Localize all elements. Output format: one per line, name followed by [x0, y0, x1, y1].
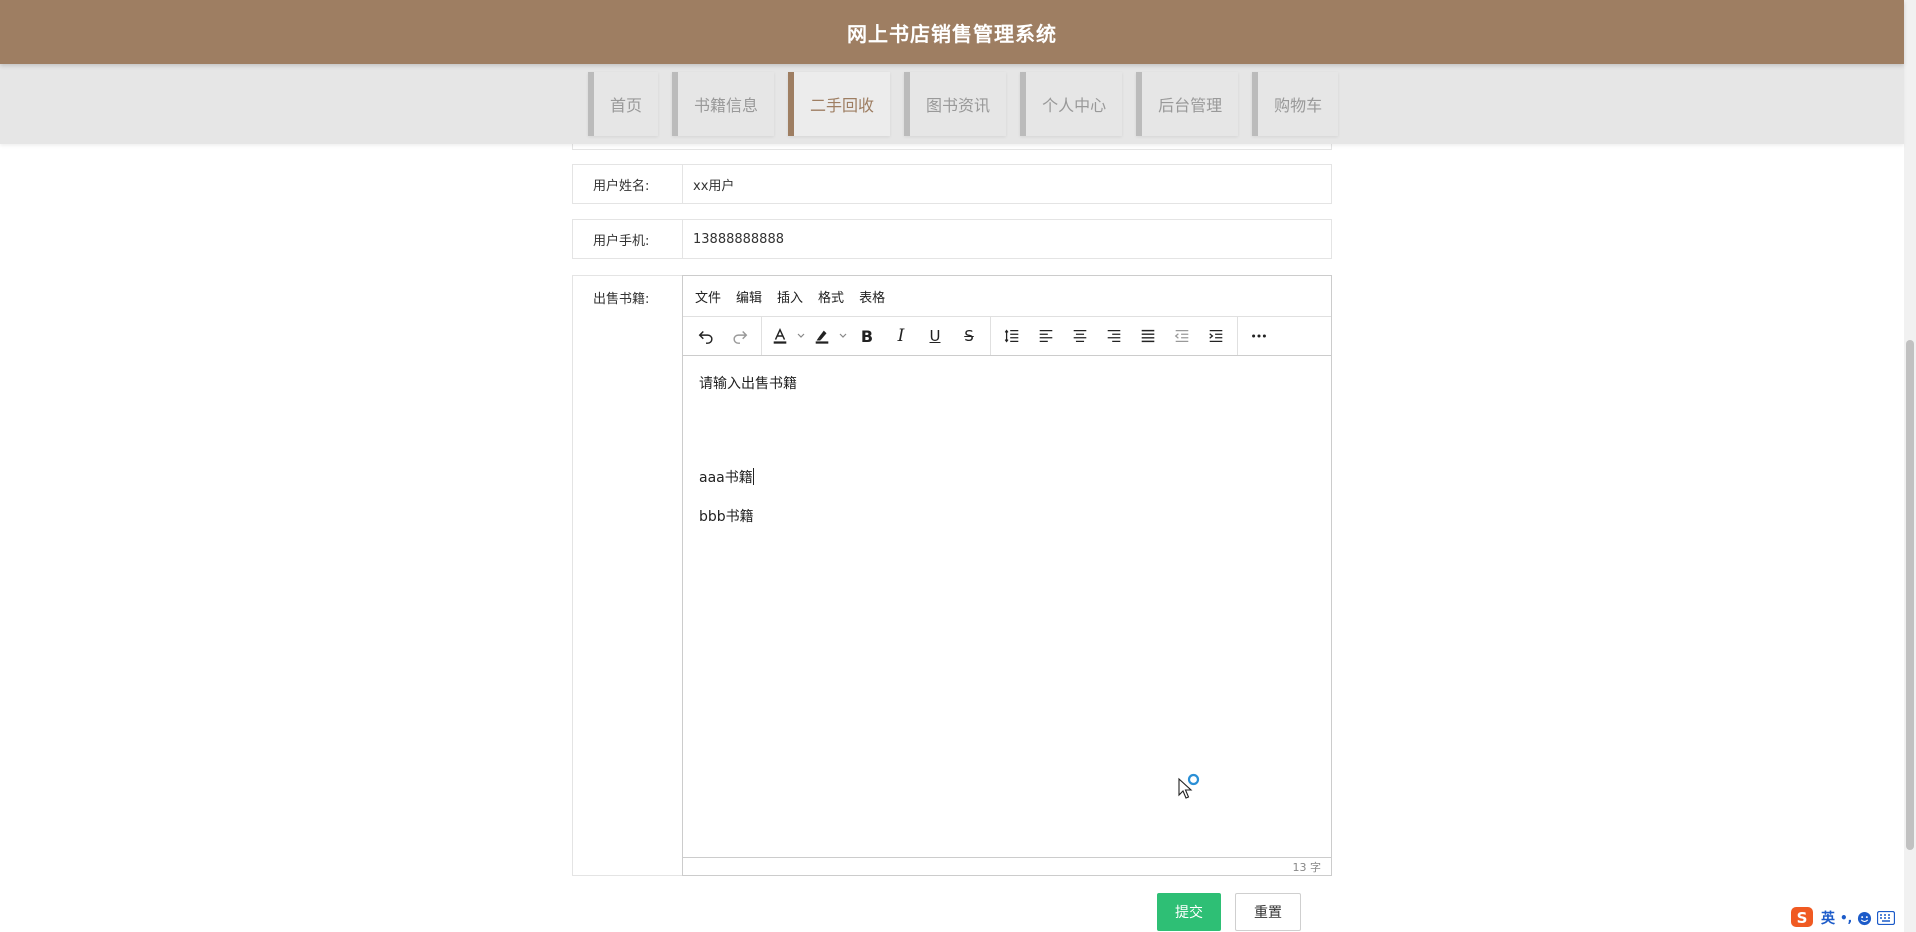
- strikethrough-button[interactable]: S: [952, 321, 986, 351]
- scrollbar-thumb[interactable]: [1906, 340, 1914, 850]
- line-height-icon: [1004, 329, 1019, 343]
- name-input[interactable]: [683, 165, 1331, 203]
- toolbar-separator: [1237, 317, 1238, 355]
- align-right-icon: [1107, 329, 1121, 343]
- rich-text-editor: 文件 编辑 插入 格式 表格 B I U S 请输入出售书籍 aaa书籍 bbb…: [682, 275, 1332, 876]
- redo-icon: [733, 330, 748, 344]
- italic-button[interactable]: I: [884, 321, 918, 351]
- chevron-down-icon: [797, 333, 805, 338]
- form-row-phone: 用户手机:: [572, 219, 1332, 259]
- phone-label: 用户手机:: [573, 220, 683, 258]
- main-nav: 首页 书籍信息 二手回收 图书资讯 个人中心 后台管理 购物车: [0, 64, 1904, 144]
- more-icon: [1252, 334, 1266, 338]
- strikethrough-icon: S: [964, 327, 974, 345]
- text-caret: [752, 468, 754, 485]
- bold-icon: B: [860, 326, 874, 346]
- name-label: 用户姓名:: [573, 165, 683, 203]
- content-line: 请输入出售书籍: [699, 376, 797, 392]
- menu-edit[interactable]: 编辑: [736, 287, 762, 306]
- nav-list: 首页 书籍信息 二手回收 图书资讯 个人中心 后台管理 购物车: [588, 72, 1339, 136]
- ime-punct-icon: •,: [1840, 911, 1853, 925]
- align-justify-button[interactable]: [1131, 321, 1165, 351]
- font-color-icon: [773, 327, 787, 344]
- indent-icon: [1209, 329, 1223, 343]
- phone-input[interactable]: [683, 220, 1331, 258]
- sogou-ime-logo-icon: S: [1791, 907, 1813, 927]
- nav-item-home[interactable]: 首页: [588, 72, 659, 136]
- font-color-button[interactable]: [766, 321, 808, 351]
- outdent-icon: [1174, 329, 1189, 343]
- editor-statusbar: 13 字: [683, 857, 1331, 875]
- reset-button[interactable]: 重置: [1235, 893, 1301, 931]
- align-left-button[interactable]: [1029, 321, 1063, 351]
- keyboard-icon: [1877, 911, 1896, 925]
- align-right-button[interactable]: [1097, 321, 1131, 351]
- nav-item-recycle[interactable]: 二手回收: [788, 72, 891, 136]
- align-justify-icon: [1141, 329, 1155, 343]
- align-center-button[interactable]: [1063, 321, 1097, 351]
- word-count: 13 字: [1292, 860, 1322, 874]
- menu-file[interactable]: 文件: [695, 287, 721, 306]
- highlight-button[interactable]: [808, 321, 850, 351]
- outdent-button[interactable]: [1165, 321, 1199, 351]
- menu-table[interactable]: 表格: [859, 287, 885, 306]
- editor-content[interactable]: 请输入出售书籍 aaa书籍 bbb书籍: [683, 356, 1331, 857]
- underline-icon: U: [929, 327, 941, 345]
- undo-button[interactable]: [689, 321, 723, 351]
- nav-item-cart[interactable]: 购物车: [1252, 72, 1339, 136]
- ime-mode-label: 英: [1821, 911, 1835, 927]
- align-center-icon: [1073, 329, 1087, 343]
- form-row-name: 用户姓名:: [572, 164, 1332, 204]
- svg-text:S: S: [1797, 909, 1808, 927]
- loading-cursor-icon: [1178, 773, 1200, 799]
- nav-item-profile[interactable]: 个人中心: [1020, 72, 1123, 136]
- menu-format[interactable]: 格式: [818, 287, 844, 306]
- line-height-button[interactable]: [995, 321, 1029, 351]
- content-line-text: aaa书籍: [699, 470, 753, 486]
- toolbar-separator: [761, 317, 762, 355]
- site-title: 网上书店销售管理系统: [847, 21, 1057, 46]
- indent-button[interactable]: [1199, 321, 1233, 351]
- editor-toolbar: B I U S: [683, 316, 1331, 356]
- form-row-previous: [572, 144, 1332, 150]
- ime-toolbar[interactable]: S 英 •,: [1790, 906, 1916, 930]
- underline-button[interactable]: U: [918, 321, 952, 351]
- content-line: bbb书籍: [699, 509, 754, 525]
- content-line: aaa书籍: [699, 468, 1315, 488]
- highlight-icon: [815, 330, 829, 344]
- editor-menubar: 文件 编辑 插入 格式 表格: [683, 276, 1331, 316]
- menu-insert[interactable]: 插入: [777, 287, 803, 306]
- books-label: 出售书籍:: [573, 276, 683, 875]
- bold-button[interactable]: B: [850, 321, 884, 351]
- more-button[interactable]: [1242, 321, 1276, 351]
- emoji-icon: [1858, 911, 1872, 925]
- nav-item-admin[interactable]: 后台管理: [1136, 72, 1239, 136]
- toolbar-separator: [990, 317, 991, 355]
- nav-item-news[interactable]: 图书资讯: [904, 72, 1007, 136]
- chevron-down-icon: [839, 333, 847, 338]
- undo-icon: [698, 330, 713, 344]
- align-left-icon: [1039, 329, 1053, 343]
- submit-button[interactable]: 提交: [1157, 893, 1221, 931]
- italic-icon: I: [897, 326, 905, 346]
- redo-button[interactable]: [723, 321, 757, 351]
- site-header: 网上书店销售管理系统: [0, 0, 1904, 64]
- nav-item-books[interactable]: 书籍信息: [672, 72, 775, 136]
